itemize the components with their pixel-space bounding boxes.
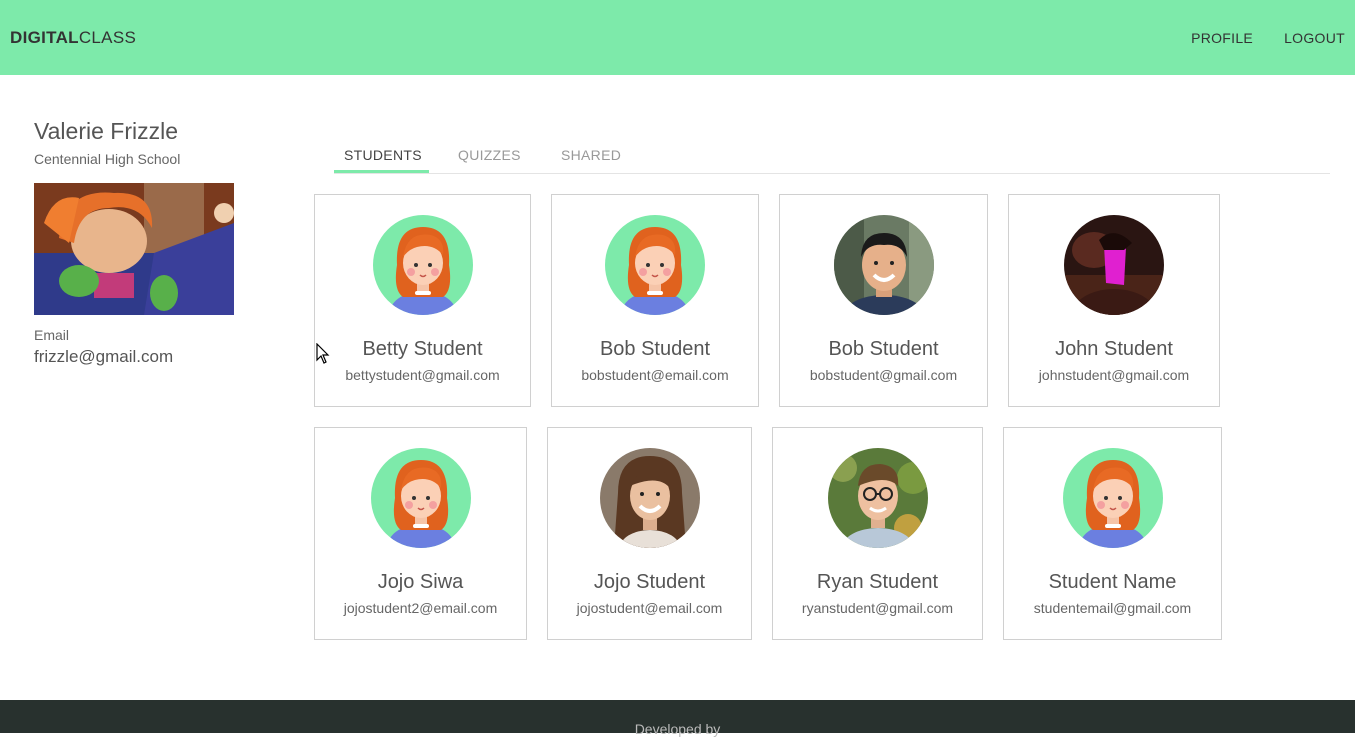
footer: Developed by — [0, 700, 1355, 737]
brand-rest: CLASS — [78, 27, 137, 47]
student-name: Jojo Siwa — [377, 571, 464, 593]
student-email: bobstudent@email.com — [581, 367, 729, 383]
student-email: johnstudent@gmail.com — [1038, 367, 1190, 383]
tab-shared[interactable]: SHARED — [561, 147, 621, 163]
student-name: Bob Student — [599, 338, 711, 360]
profile-email-label: Email — [34, 327, 70, 343]
student-card[interactable]: Jojo Siwa jojostudent2@email.com — [314, 427, 527, 640]
profile-name: Valerie Frizzle — [34, 118, 178, 144]
student-email: studentemail@gmail.com — [1033, 600, 1192, 616]
student-avatar — [1064, 215, 1164, 315]
student-card[interactable]: Student Name studentemail@gmail.com — [1003, 427, 1222, 640]
mouse-cursor-icon — [316, 343, 330, 364]
student-avatar — [599, 448, 700, 548]
student-email: bettystudent@gmail.com — [345, 367, 500, 383]
student-card[interactable]: John Student johnstudent@gmail.com — [1008, 194, 1220, 407]
student-name: Bob Student — [828, 338, 939, 360]
tab-bar: STUDENTS QUIZZES SHARED — [334, 140, 1330, 174]
profile-email: frizzle@gmail.com — [34, 347, 174, 366]
nav-logout-link[interactable]: LOGOUT — [1284, 30, 1345, 46]
student-name: Student Name — [1048, 571, 1177, 593]
student-name: Jojo Student — [593, 571, 706, 593]
profile-photo — [34, 183, 234, 315]
teacher-profile: Valerie Frizzle Centennial High School E… — [34, 118, 254, 367]
active-tab-indicator — [334, 170, 429, 173]
student-name: John Student — [1055, 338, 1173, 360]
footer-text: Developed by — [634, 721, 721, 737]
student-avatar — [372, 215, 473, 315]
tab-quizzes[interactable]: QUIZZES — [458, 147, 521, 163]
student-email: ryanstudent@gmail.com — [801, 600, 954, 616]
student-avatar — [827, 448, 928, 548]
student-card[interactable]: Jojo Student jojostudent@email.com — [547, 427, 752, 640]
brand-logo[interactable]: DIGITALCLASS — [10, 28, 136, 48]
nav-profile-link[interactable]: PROFILE — [1191, 30, 1253, 46]
student-card[interactable]: Bob Student bobstudent@email.com — [551, 194, 759, 407]
profile-school: Centennial High School — [34, 151, 181, 167]
student-card[interactable]: Betty Student bettystudent@gmail.com — [314, 194, 531, 407]
student-name: Betty Student — [362, 338, 483, 360]
student-email: jojostudent@email.com — [576, 600, 723, 616]
student-card[interactable]: Ryan Student ryanstudent@gmail.com — [772, 427, 983, 640]
student-avatar — [1062, 448, 1163, 548]
brand-bold: DIGITAL — [10, 27, 79, 47]
student-card[interactable]: Bob Student bobstudent@gmail.com — [779, 194, 988, 407]
student-email: jojostudent2@email.com — [343, 600, 498, 616]
student-avatar — [833, 215, 934, 315]
student-avatar — [605, 215, 705, 315]
tab-students[interactable]: STUDENTS — [344, 147, 422, 163]
navbar: DIGITALCLASS PROFILE LOGOUT — [0, 0, 1355, 75]
student-name: Ryan Student — [816, 571, 939, 593]
student-avatar — [370, 448, 471, 548]
student-email: bobstudent@gmail.com — [809, 367, 958, 383]
nav-links: PROFILE LOGOUT — [1191, 30, 1345, 46]
